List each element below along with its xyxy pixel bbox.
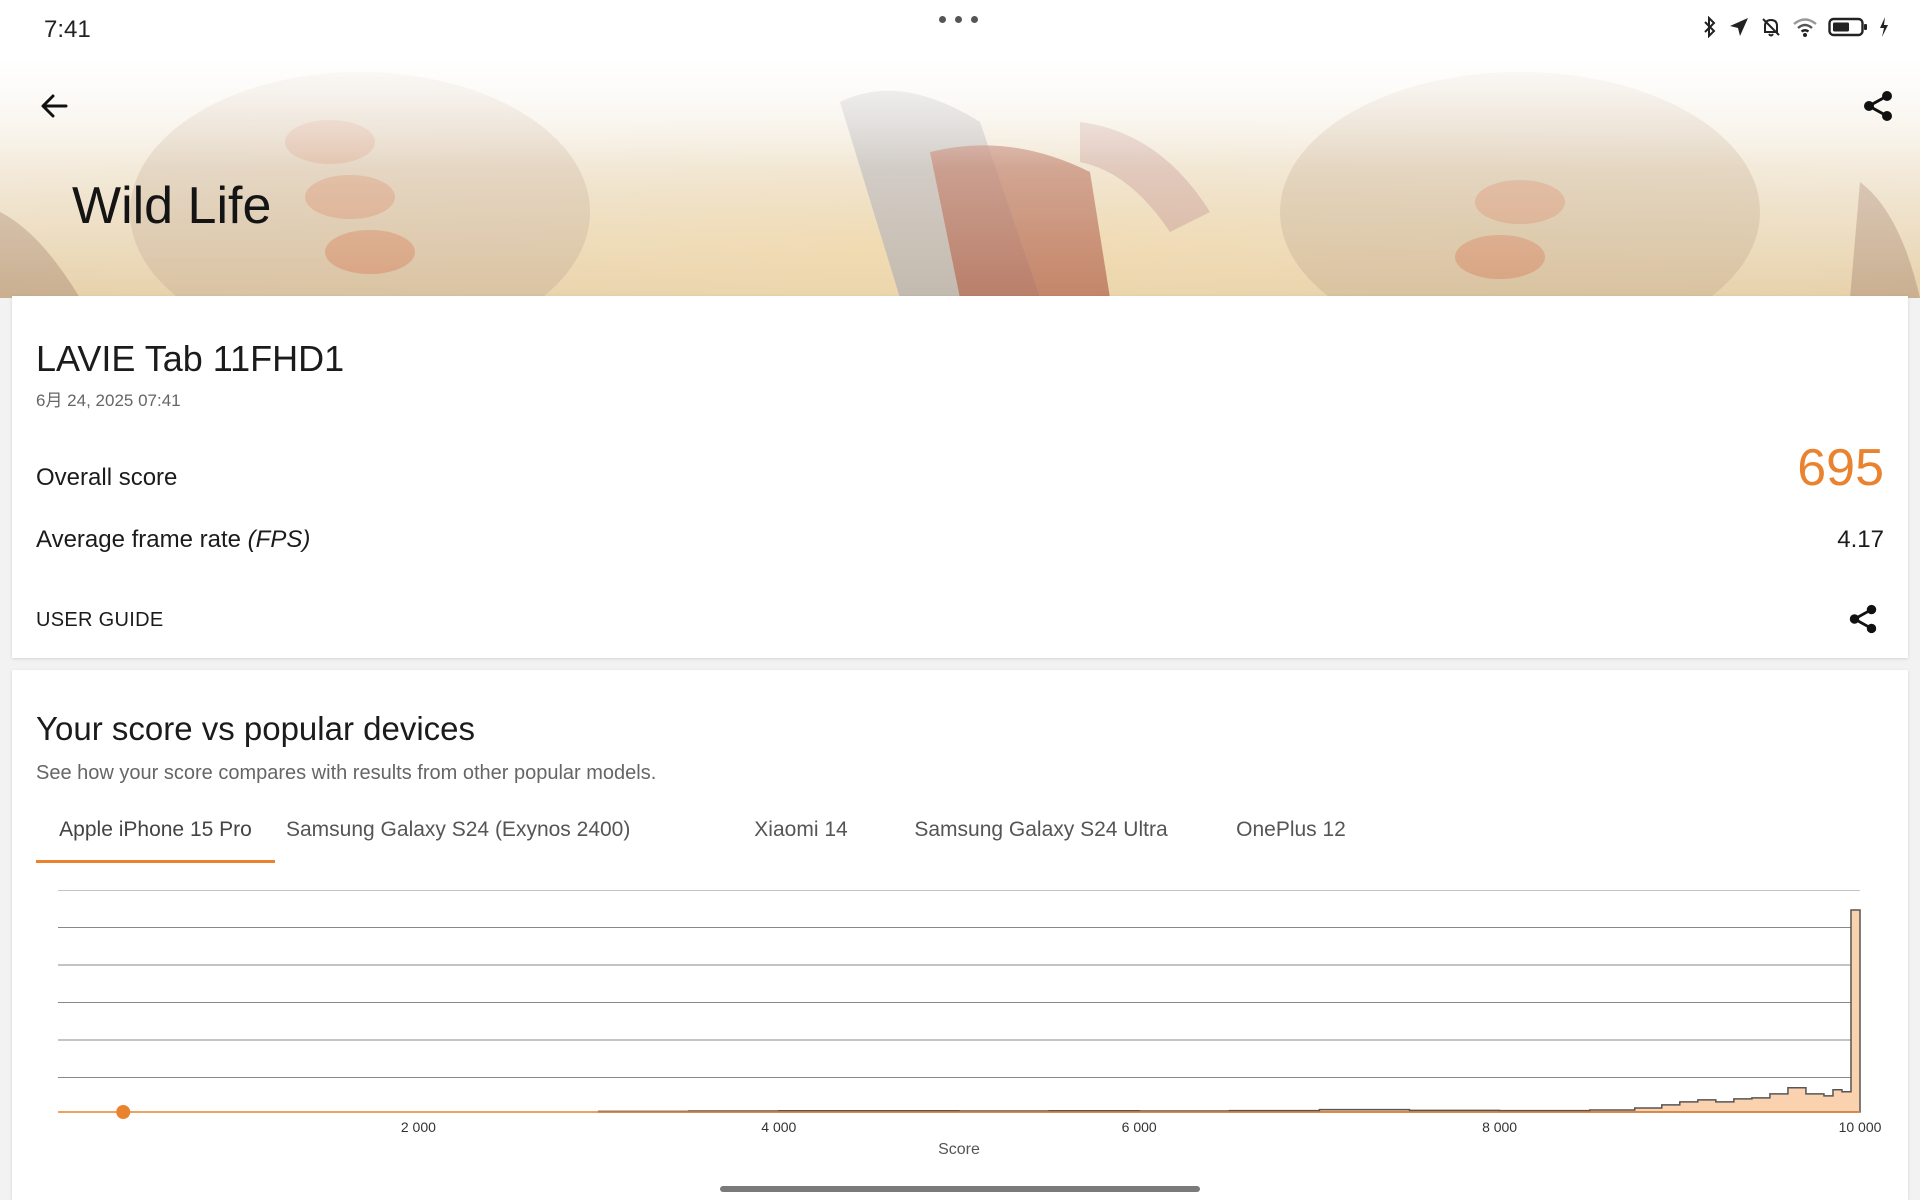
x-tick-label: 6 000: [1122, 1119, 1157, 1135]
home-indicator[interactable]: [720, 1186, 1200, 1192]
your-score-marker: [116, 1105, 131, 1119]
hero-banner: [0, 62, 1920, 298]
x-tick-label: 8 000: [1482, 1119, 1517, 1135]
share-result-icon[interactable]: [1846, 602, 1880, 636]
x-tick-label: 10 000: [1839, 1119, 1882, 1135]
status-icons: [1702, 15, 1890, 43]
fps-label-text: Average frame rate: [36, 526, 248, 553]
x-tick-label: 4 000: [761, 1119, 796, 1135]
more-dots-icon[interactable]: [939, 16, 978, 23]
fps-label: Average frame rate (FPS): [36, 526, 310, 554]
comparison-subtitle: See how your score compares with results…: [36, 762, 657, 784]
mute-bell-icon: [1760, 16, 1782, 43]
status-time: 7:41: [44, 16, 91, 43]
x-tick-label: 2 000: [401, 1119, 436, 1135]
tab-apple-iphone-15-pro[interactable]: Apple iPhone 15 Pro: [36, 810, 275, 863]
location-icon: [1728, 16, 1750, 43]
user-guide-link[interactable]: USER GUIDE: [36, 609, 163, 632]
share-icon[interactable]: [1860, 88, 1896, 124]
charging-icon: [1878, 16, 1890, 43]
back-arrow-icon[interactable]: [36, 88, 72, 124]
bluetooth-icon: [1702, 15, 1718, 43]
comparison-card: Your score vs popular devices See how yo…: [12, 670, 1908, 1200]
page-title: Wild Life: [72, 177, 272, 235]
fps-unit: (FPS): [247, 526, 311, 553]
test-date: 6月 24, 2025 07:41: [36, 391, 181, 410]
x-axis-label: Score: [938, 1141, 980, 1158]
tab-xiaomi-14[interactable]: Xiaomi 14: [711, 810, 891, 860]
overall-score-label: Overall score: [36, 464, 178, 491]
wifi-icon: [1792, 16, 1818, 43]
battery-icon: [1828, 16, 1868, 43]
device-name: LAVIE Tab 11FHD1: [36, 338, 345, 379]
score-distribution-chart: 2 000 4 000 6 000 8 000 10 000 Score: [58, 890, 1882, 1158]
tab-samsung-galaxy-s24-exynos[interactable]: Samsung Galaxy S24 (Exynos 2400): [286, 810, 630, 860]
overall-score-value: 695: [1797, 439, 1884, 497]
result-card: LAVIE Tab 11FHD1 6月 24, 2025 07:41 Overa…: [12, 296, 1908, 658]
distribution-area: [597, 909, 1861, 1113]
fps-value: 4.17: [1837, 526, 1884, 553]
status-bar: 7:41: [0, 0, 1920, 62]
tab-oneplus-12[interactable]: OnePlus 12: [1191, 810, 1391, 860]
tab-samsung-galaxy-s24-ultra[interactable]: Samsung Galaxy S24 Ultra: [896, 810, 1186, 860]
comparison-title: Your score vs popular devices: [36, 710, 476, 747]
